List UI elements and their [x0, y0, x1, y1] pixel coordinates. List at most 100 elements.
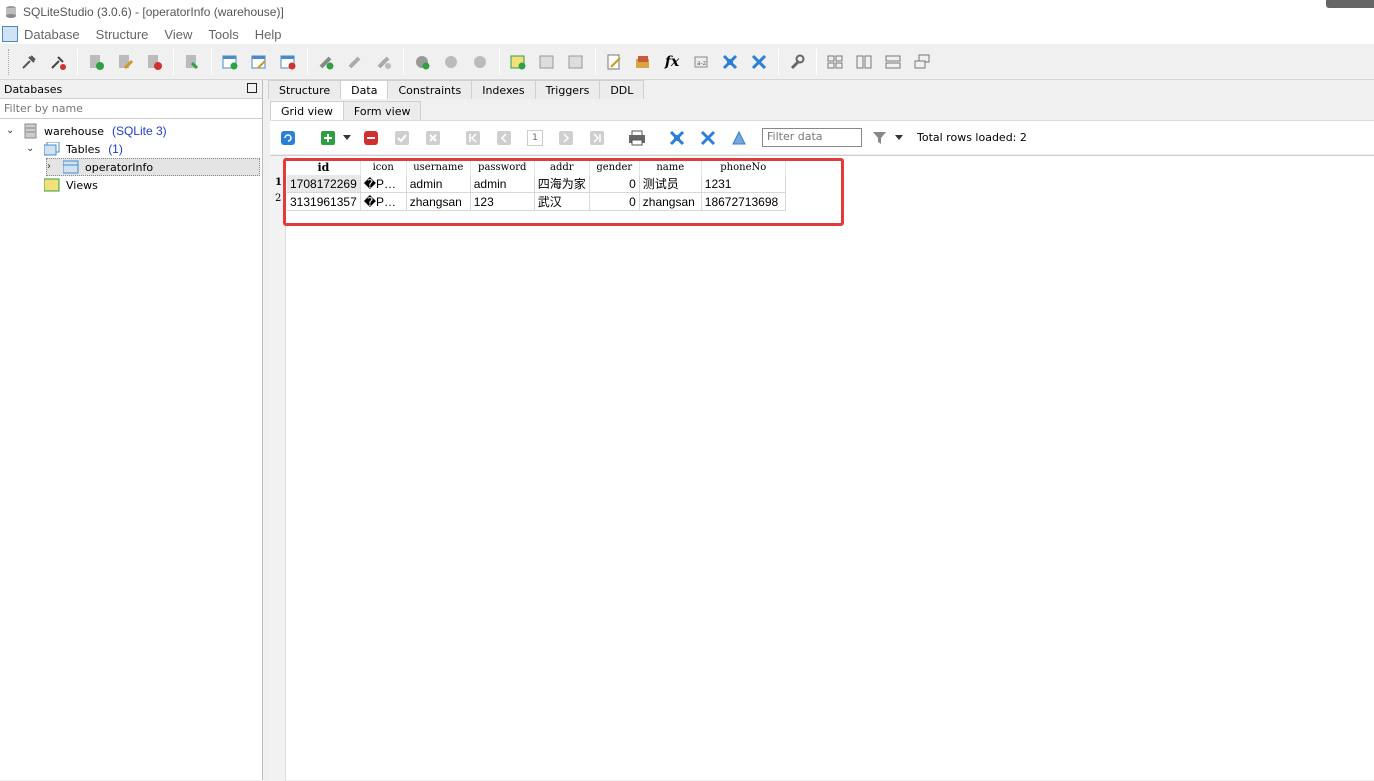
config-wrench-icon[interactable]: [785, 50, 809, 74]
cell-password[interactable]: 123: [470, 192, 535, 211]
chevron-down-icon[interactable]: [342, 126, 352, 150]
toolbar-grip[interactable]: [8, 48, 11, 75]
drop-table-icon[interactable]: [276, 50, 300, 74]
column-header-id[interactable]: id: [287, 159, 361, 175]
extensions-icon[interactable]: [718, 50, 742, 74]
first-page-icon[interactable]: [461, 126, 485, 150]
cell-username[interactable]: zhangsan: [406, 192, 471, 211]
cell-phoneno[interactable]: 18672713698: [701, 192, 786, 211]
row-number[interactable]: 1: [275, 177, 282, 188]
cell-name[interactable]: 测试员: [639, 175, 702, 193]
chevron-down-icon[interactable]: ⌄: [6, 126, 16, 136]
column-header-username[interactable]: username: [406, 159, 471, 175]
column-header-password[interactable]: password: [470, 159, 535, 175]
edit-trigger-icon[interactable]: [439, 50, 463, 74]
tile-vertical-icon[interactable]: [852, 50, 876, 74]
menu-structure[interactable]: Structure: [96, 27, 149, 42]
sql-editor-icon[interactable]: [602, 50, 626, 74]
chevron-down-icon[interactable]: ⌄: [26, 144, 36, 154]
page-number[interactable]: 1: [523, 126, 547, 150]
column-header-gender[interactable]: gender: [589, 159, 640, 175]
tab-data[interactable]: Data: [340, 80, 389, 99]
tab-structure[interactable]: Structure: [268, 80, 342, 99]
open-sql-icon[interactable]: [631, 50, 655, 74]
add-database-icon[interactable]: [84, 50, 108, 74]
edit-table-icon[interactable]: [247, 50, 271, 74]
cascade-windows-icon[interactable]: [910, 50, 934, 74]
row-number[interactable]: 2: [275, 193, 281, 204]
create-table-icon[interactable]: [218, 50, 242, 74]
chevron-down-icon[interactable]: [894, 126, 904, 150]
column-header-addr[interactable]: addr: [534, 159, 590, 175]
remove-database-icon[interactable]: [142, 50, 166, 74]
filter-data-input[interactable]: Filter data: [762, 128, 862, 147]
filter-funnel-icon[interactable]: [868, 126, 892, 150]
cell-icon[interactable]: �P…: [360, 175, 407, 193]
tab-form-view[interactable]: Form view: [342, 101, 422, 120]
cell-password[interactable]: admin: [470, 175, 535, 193]
tab-grid-view[interactable]: Grid view: [270, 101, 344, 120]
create-index-icon[interactable]: [314, 50, 338, 74]
tree-item-tables[interactable]: ⌄ Tables (1): [26, 140, 123, 158]
menu-help[interactable]: Help: [255, 27, 282, 42]
import-icon[interactable]: [665, 126, 689, 150]
menu-database[interactable]: Database: [24, 27, 80, 42]
window-menu-icon[interactable]: [2, 26, 18, 42]
export-icon[interactable]: [696, 126, 720, 150]
rollback-icon[interactable]: [421, 126, 445, 150]
cell-gender[interactable]: 0: [589, 192, 640, 211]
menu-view[interactable]: View: [164, 27, 192, 42]
drop-index-icon[interactable]: [372, 50, 396, 74]
cell-addr[interactable]: 武汉: [534, 192, 590, 211]
delete-row-icon[interactable]: [359, 126, 383, 150]
column-header-name[interactable]: name: [639, 159, 702, 175]
tab-constraints[interactable]: Constraints: [387, 80, 473, 99]
edit-database-icon[interactable]: [113, 50, 137, 74]
db-filter-input[interactable]: Filter by name: [0, 99, 262, 119]
prev-page-icon[interactable]: [492, 126, 516, 150]
table-row[interactable]: 3131961357 �P… zhangsan 123 武汉 0 zhangsa…: [287, 192, 786, 211]
next-page-icon[interactable]: [554, 126, 578, 150]
window-controls[interactable]: [1326, 0, 1374, 8]
tree-item-operatorinfo[interactable]: › operatorInfo: [46, 158, 260, 176]
refresh-db-icon[interactable]: [180, 50, 204, 74]
edit-view-icon[interactable]: [535, 50, 559, 74]
column-header-phoneno[interactable]: phoneNo: [701, 159, 786, 175]
collations-icon[interactable]: a-z: [689, 50, 713, 74]
column-header-icon[interactable]: icon: [360, 159, 407, 175]
commit-icon[interactable]: [390, 126, 414, 150]
cell-id[interactable]: 1708172269: [287, 175, 361, 193]
edit-index-icon[interactable]: [343, 50, 367, 74]
print-icon[interactable]: [625, 126, 649, 150]
tab-triggers[interactable]: Triggers: [534, 80, 601, 99]
table-row[interactable]: 1708172269 �P… admin admin 四海为家 0 测试员 12…: [287, 175, 786, 193]
disconnect-db-icon[interactable]: [46, 50, 70, 74]
last-page-icon[interactable]: [585, 126, 609, 150]
cell-name[interactable]: zhangsan: [639, 192, 702, 211]
functions-icon[interactable]: fx: [660, 50, 684, 74]
tree-item-warehouse[interactable]: ⌄ warehouse (SQLite 3): [6, 122, 167, 140]
tile-horizontal-icon[interactable]: [881, 50, 905, 74]
tile-windows-icon[interactable]: [823, 50, 847, 74]
refresh-data-icon[interactable]: [276, 126, 300, 150]
insert-row-icon[interactable]: [316, 126, 340, 150]
create-trigger-icon[interactable]: [410, 50, 434, 74]
undock-icon[interactable]: [247, 83, 257, 93]
cell-username[interactable]: admin: [406, 175, 471, 193]
tab-ddl[interactable]: DDL: [599, 80, 645, 99]
connect-db-icon[interactable]: [17, 50, 41, 74]
populate-icon[interactable]: [727, 126, 751, 150]
chevron-right-icon[interactable]: ›: [47, 162, 57, 172]
tab-indexes[interactable]: Indexes: [471, 80, 536, 99]
cell-id[interactable]: 3131961357: [287, 192, 361, 211]
create-view-icon[interactable]: [506, 50, 530, 74]
tree-item-views[interactable]: Views: [44, 176, 98, 194]
menu-tools[interactable]: Tools: [208, 27, 238, 42]
cell-icon[interactable]: �P…: [360, 192, 407, 211]
cell-phoneno[interactable]: 1231: [701, 175, 786, 193]
cell-gender[interactable]: 0: [589, 175, 640, 193]
drop-view-icon[interactable]: [564, 50, 588, 74]
drop-trigger-icon[interactable]: [468, 50, 492, 74]
cell-addr[interactable]: 四海为家: [534, 175, 590, 193]
snippets-icon[interactable]: [747, 50, 771, 74]
